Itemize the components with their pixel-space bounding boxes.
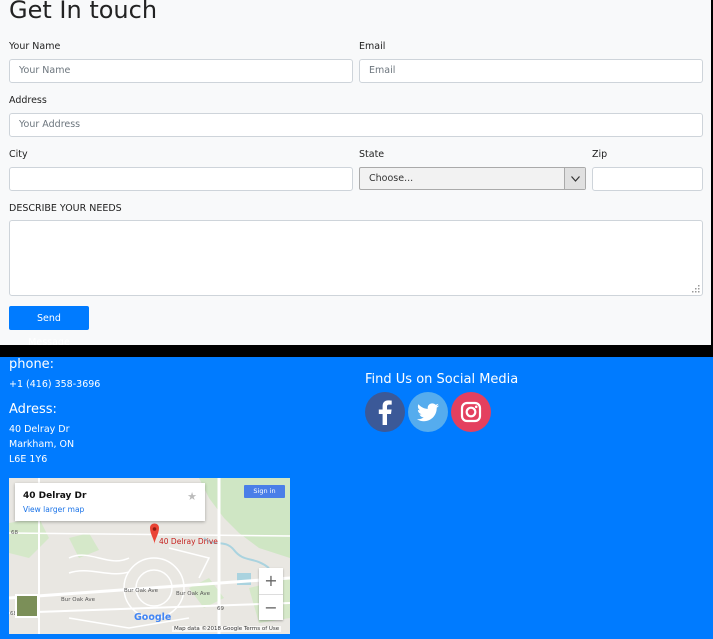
twitter-icon[interactable] — [408, 392, 448, 432]
address-heading: Adress: — [9, 402, 57, 417]
send-message-button[interactable]: Send Message — [9, 306, 89, 348]
state-select[interactable]: Choose... — [359, 167, 586, 190]
name-label: Your Name — [9, 41, 61, 52]
zip-label: Zip — [592, 149, 608, 160]
address-line: 40 Delray Dr — [9, 424, 70, 435]
road-label: Bur Oak Ave — [124, 588, 158, 594]
needs-label: DESCRIBE YOUR NEEDS — [9, 203, 122, 214]
address-line: L6E 1Y6 — [9, 454, 48, 465]
zoom-out-button[interactable]: − — [259, 595, 283, 621]
phone-value: +1 (416) 358-3696 — [9, 379, 101, 390]
map-pin-label: 40 Delray Drive — [159, 537, 218, 546]
embedded-map[interactable]: Bur Oak Ave Bur Oak Ave Bur Oak Ave 68 6… — [9, 478, 290, 634]
email-input[interactable]: Email — [359, 59, 703, 83]
social-links — [365, 392, 491, 432]
address-input[interactable]: Your Address — [9, 113, 703, 137]
view-larger-map-link[interactable]: View larger map — [23, 505, 84, 514]
zoom-in-button[interactable]: + — [259, 568, 283, 595]
city-label: City — [9, 149, 28, 160]
star-icon[interactable]: ★ — [187, 490, 197, 503]
map-attribution: Map data ©2018 Google Terms of Use — [172, 626, 282, 632]
address-line: Markham, ON — [9, 439, 75, 450]
city-input[interactable] — [9, 167, 353, 191]
road-label: Bur Oak Ave — [61, 597, 95, 603]
google-logo: Google — [134, 612, 172, 623]
state-select-value: Choose... — [369, 173, 414, 184]
road-label: Bur Oak Ave — [176, 591, 210, 597]
needs-textarea[interactable] — [9, 220, 703, 296]
state-label: State — [359, 149, 385, 160]
phone-heading: phone: — [9, 357, 55, 372]
email-label: Email — [359, 41, 386, 52]
resize-grip-icon[interactable] — [691, 284, 700, 293]
sign-in-button[interactable]: Sign in — [244, 485, 285, 498]
route-shield: 68 — [11, 530, 18, 536]
facebook-icon[interactable] — [365, 392, 405, 432]
contact-section: Get In touch Your Name Your Name Email E… — [0, 0, 713, 348]
zoom-controls: + − — [259, 568, 283, 620]
instagram-icon[interactable] — [451, 392, 491, 432]
satellite-toggle[interactable] — [15, 594, 39, 618]
route-shield: 69 — [217, 606, 224, 612]
chevron-down-icon — [564, 168, 585, 189]
name-input[interactable]: Your Name — [9, 59, 353, 83]
map-place-card: 40 Delray Dr View larger map ★ — [15, 483, 205, 521]
address-label: Address — [9, 95, 47, 106]
social-heading: Find Us on Social Media — [365, 372, 519, 387]
map-place-name: 40 Delray Dr — [23, 491, 87, 501]
zip-input[interactable] — [592, 167, 703, 191]
divider — [0, 345, 713, 357]
page-title: Get In touch — [9, 0, 158, 24]
